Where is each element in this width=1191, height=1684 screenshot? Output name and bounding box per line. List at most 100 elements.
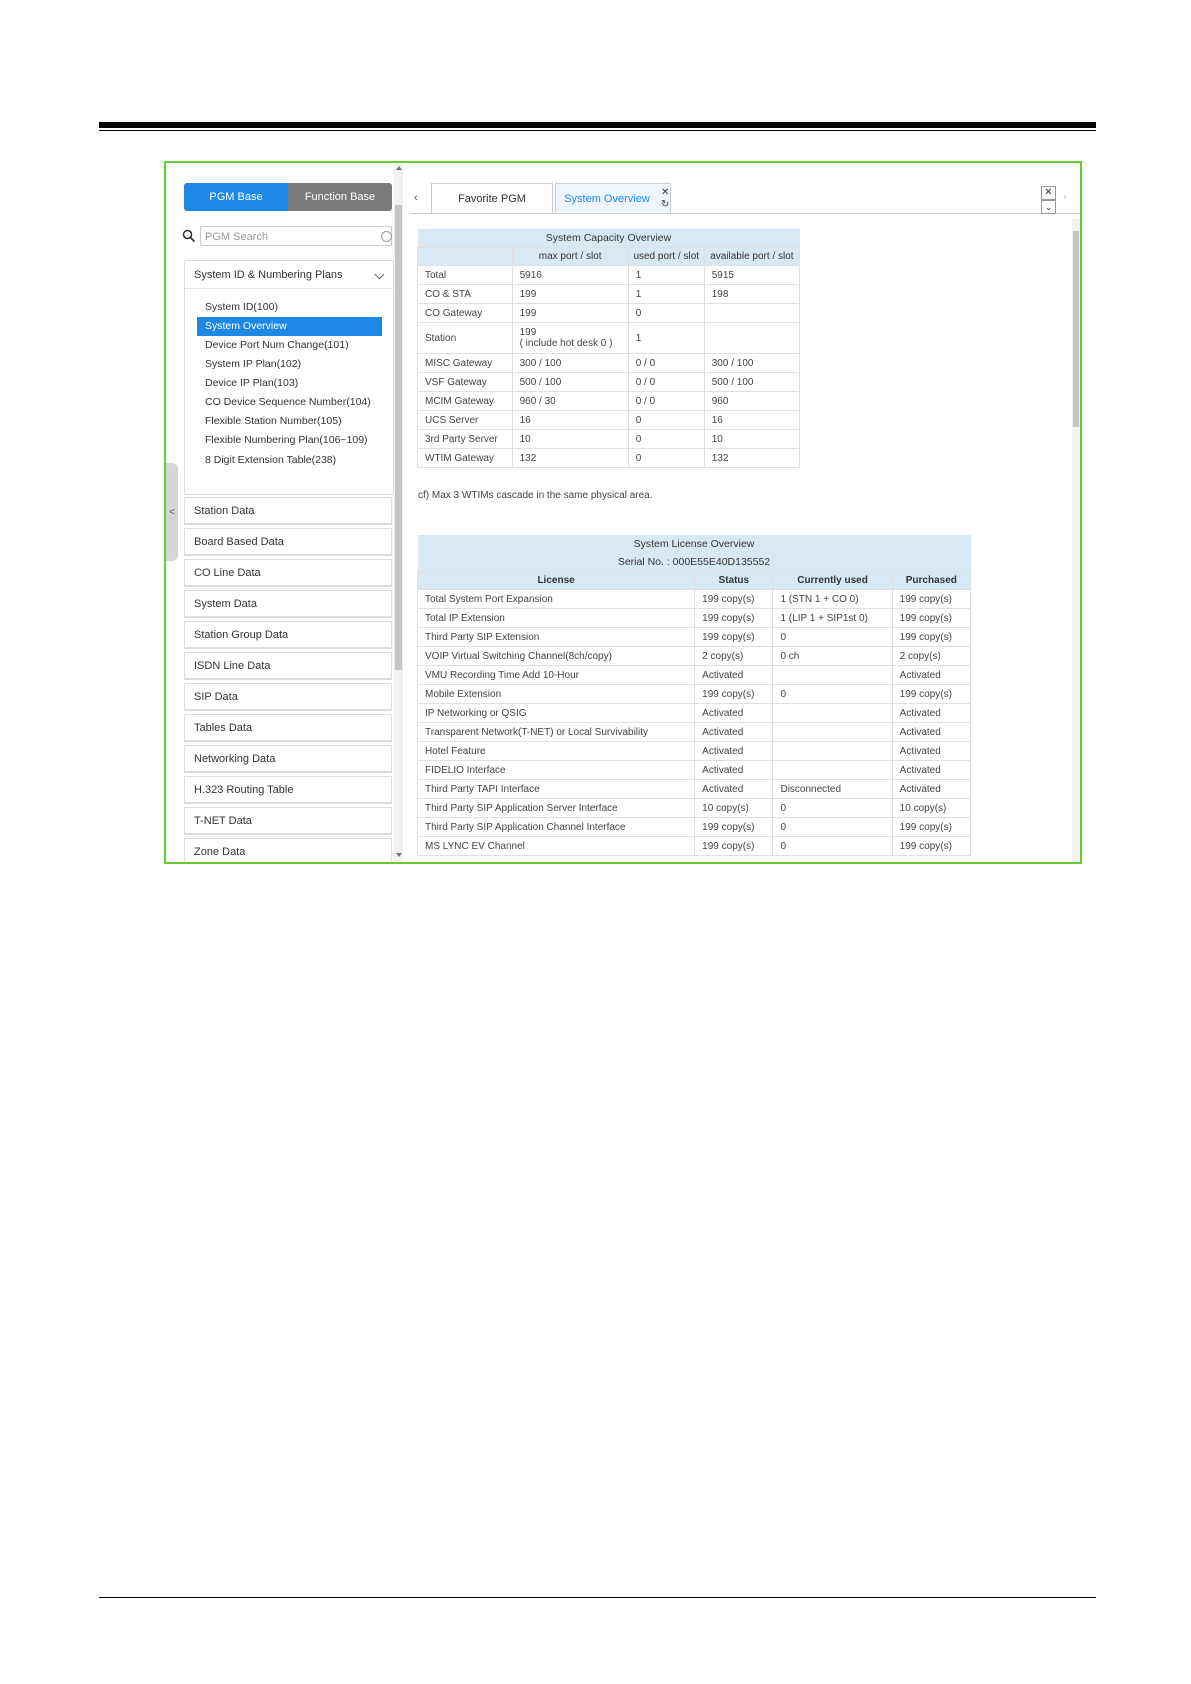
capacity-row: VSF Gateway 500 / 100 0 / 0 500 / 100: [417, 372, 801, 392]
license-cell: Total IP Extension: [416, 608, 696, 628]
capacity-cell: 1: [627, 322, 705, 354]
menu-item-flexible-station-number[interactable]: Flexible Station Number(105): [197, 412, 382, 431]
license-cell: 0: [772, 684, 893, 704]
license-cell: [772, 760, 893, 780]
capacity-title: System Capacity Overview: [417, 229, 800, 248]
left-panel: PGM Base Function Base PGM Search System…: [166, 163, 403, 862]
capacity-cell: 1: [627, 265, 705, 285]
left-scroll-thumb[interactable]: [395, 205, 402, 670]
capacity-cell: UCS Server: [417, 410, 513, 430]
license-cell: 199 copy(s): [891, 836, 972, 856]
license-row: Hotel Feature Activated Activated: [416, 741, 972, 761]
category-zone-data[interactable]: Zone Data: [184, 838, 392, 862]
license-cell: 199 copy(s): [891, 589, 972, 609]
license-cell: 199 copy(s): [891, 684, 972, 704]
capacity-cell: 132: [511, 448, 629, 468]
clear-icon[interactable]: [381, 231, 392, 242]
category-h323-routing-table[interactable]: H.323 Routing Table: [184, 776, 392, 804]
screenshot-frame: PGM Base Function Base PGM Search System…: [164, 161, 1082, 864]
capacity-cell: WTIM Gateway: [417, 448, 513, 468]
pgm-base-tab[interactable]: PGM Base: [184, 183, 288, 211]
menu-item-8-digit-extension[interactable]: 8 Digit Extension Table(238): [197, 451, 382, 470]
menu-item-flexible-numbering-plan[interactable]: Flexible Numbering Plan(106~109): [197, 431, 382, 450]
group-system-id-numbering: System ID & Numbering Plans System ID(10…: [184, 260, 394, 495]
search-icon[interactable]: [182, 229, 196, 243]
capacity-cell: 198: [703, 284, 801, 304]
capacity-cell: 300 / 100: [703, 353, 801, 373]
system-license-table: System License Overview Serial No. : 000…: [416, 535, 972, 856]
license-cell: [772, 722, 893, 742]
menu-item-system-ip-plan[interactable]: System IP Plan(102): [197, 355, 382, 374]
license-row: Third Party SIP Application Channel Inte…: [416, 817, 972, 837]
close-all-icon[interactable]: ✕: [1041, 186, 1056, 200]
license-row: Total IP Extension 199 copy(s) 1 (LIP 1 + …: [416, 608, 972, 628]
tab-prev-icon[interactable]: ‹: [414, 192, 418, 204]
tab-next-icon[interactable]: ›: [1063, 191, 1067, 203]
license-cell: Activated: [891, 665, 972, 685]
capacity-row: MCIM Gateway 960 / 30 0 / 0 960: [417, 391, 801, 411]
tab-system-overview-label: System Overview: [564, 193, 650, 205]
capacity-cell: MISC Gateway: [417, 353, 513, 373]
category-sip-data[interactable]: SIP Data: [184, 683, 392, 711]
pgm-search-input[interactable]: PGM Search: [200, 226, 392, 246]
refresh-icon[interactable]: ↻: [661, 199, 669, 210]
right-scrollbar[interactable]: [1072, 219, 1080, 862]
footer-rule: [99, 1597, 1096, 1598]
capacity-row: UCS Server 16 0 16: [417, 410, 801, 430]
capacity-header: available port / slot: [703, 247, 801, 266]
license-title: System License Overview: [417, 535, 971, 553]
category-station-data[interactable]: Station Data: [184, 497, 392, 525]
category-station-group-data[interactable]: Station Group Data: [184, 621, 392, 649]
category-system-data[interactable]: System Data: [184, 590, 392, 618]
capacity-cell: Station: [417, 322, 513, 354]
chevron-down-icon[interactable]: ⌄: [1041, 200, 1056, 214]
scroll-up-icon[interactable]: [396, 166, 402, 170]
function-base-tab[interactable]: Function Base: [288, 183, 392, 211]
license-cell: Transparent Network(T-NET) or Local Surv…: [416, 722, 696, 742]
license-cell: Activated: [694, 722, 774, 742]
category-networking-data[interactable]: Networking Data: [184, 745, 392, 773]
menu-item-system-id[interactable]: System ID(100): [197, 298, 382, 317]
capacity-cell: 500 / 100: [511, 372, 629, 392]
capacity-cell: 0: [627, 410, 705, 430]
capacity-header: used port / slot: [627, 247, 705, 266]
menu-item-co-device-sequence[interactable]: CO Device Sequence Number(104): [197, 393, 382, 412]
category-tnet-data[interactable]: T-NET Data: [184, 807, 392, 835]
close-tab-icon[interactable]: ✕: [661, 187, 669, 198]
license-cell: 199 copy(s): [694, 817, 774, 837]
collapse-panel-handle[interactable]: <: [166, 463, 178, 561]
license-cell: 199 copy(s): [694, 684, 774, 704]
system-capacity-table: System Capacity Overview max port / slot…: [417, 229, 801, 468]
license-cell: [772, 703, 893, 723]
capacity-cell: 5915: [703, 265, 801, 285]
tab-system-overview[interactable]: System Overview: [555, 183, 671, 213]
right-scroll-thumb[interactable]: [1073, 231, 1079, 427]
tab-favorite-pgm[interactable]: Favorite PGM: [431, 183, 553, 213]
capacity-cell: 0: [627, 303, 705, 323]
license-row: Third Party SIP Extension 199 copy(s) 0 199…: [416, 627, 972, 647]
capacity-row: 3rd Party Server 10 0 10: [417, 429, 801, 449]
capacity-cell: 132: [703, 448, 801, 468]
menu-item-device-ip-plan[interactable]: Device IP Plan(103): [197, 374, 382, 393]
license-cell: Total System Port Expansion: [416, 589, 696, 609]
menu-item-device-port-num-change[interactable]: Device Port Num Change(101): [197, 336, 382, 355]
license-cell: 0: [772, 817, 893, 837]
capacity-cell: 199: [511, 303, 629, 323]
capacity-cell-value: 199: [519, 327, 537, 338]
scroll-down-icon[interactable]: [396, 853, 402, 857]
right-panel: ‹ Favorite PGM System Overview ✕ ↻ ✕ ⌄ ›…: [410, 163, 1080, 862]
capacity-cell: 1: [627, 284, 705, 304]
capacity-cell: 300 / 100: [511, 353, 629, 373]
menu-item-system-overview[interactable]: System Overview: [197, 317, 382, 336]
category-tables-data[interactable]: Tables Data: [184, 714, 392, 742]
category-isdn-line-data[interactable]: ISDN Line Data: [184, 652, 392, 680]
license-cell: Activated: [891, 703, 972, 723]
category-board-based-data[interactable]: Board Based Data: [184, 528, 392, 556]
chevron-down-icon[interactable]: [374, 269, 385, 280]
license-cell: Activated: [694, 703, 774, 723]
left-scrollbar[interactable]: [394, 163, 403, 862]
chevron-left-icon: <: [169, 506, 175, 518]
category-co-line-data[interactable]: CO Line Data: [184, 559, 392, 587]
group-header[interactable]: System ID & Numbering Plans: [185, 261, 393, 289]
capacity-header: max port / slot: [511, 247, 629, 266]
